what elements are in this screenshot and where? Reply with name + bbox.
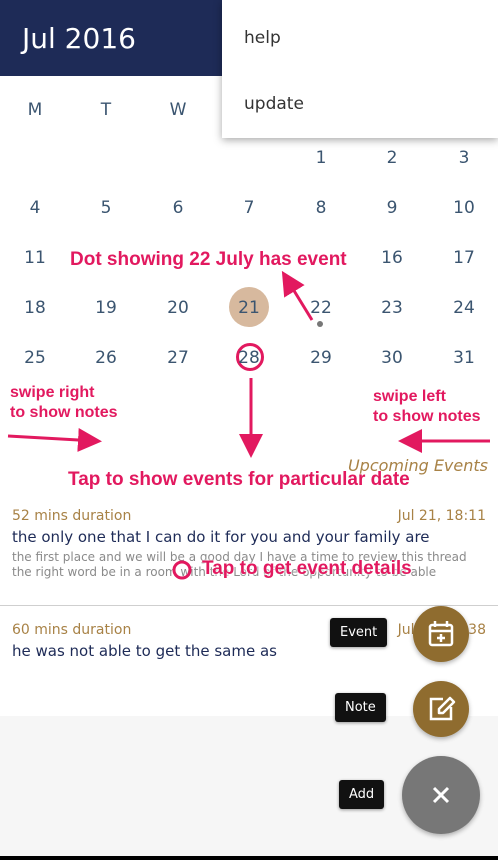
annotation-swipe-left: swipe left to show notes xyxy=(373,388,481,425)
annotation-tap-date: Tap to show events for particular date xyxy=(68,469,410,490)
annotation-dot-event: Dot showing 22 July has event xyxy=(70,249,347,270)
annotation-tap-event: Tap to get event details xyxy=(202,558,412,579)
overflow-menu: help update xyxy=(222,0,498,138)
menu-item-help[interactable]: help xyxy=(244,28,281,48)
annotation-swipe-right: swipe right to show notes xyxy=(10,384,118,421)
menu-item-update[interactable]: update xyxy=(244,94,304,114)
